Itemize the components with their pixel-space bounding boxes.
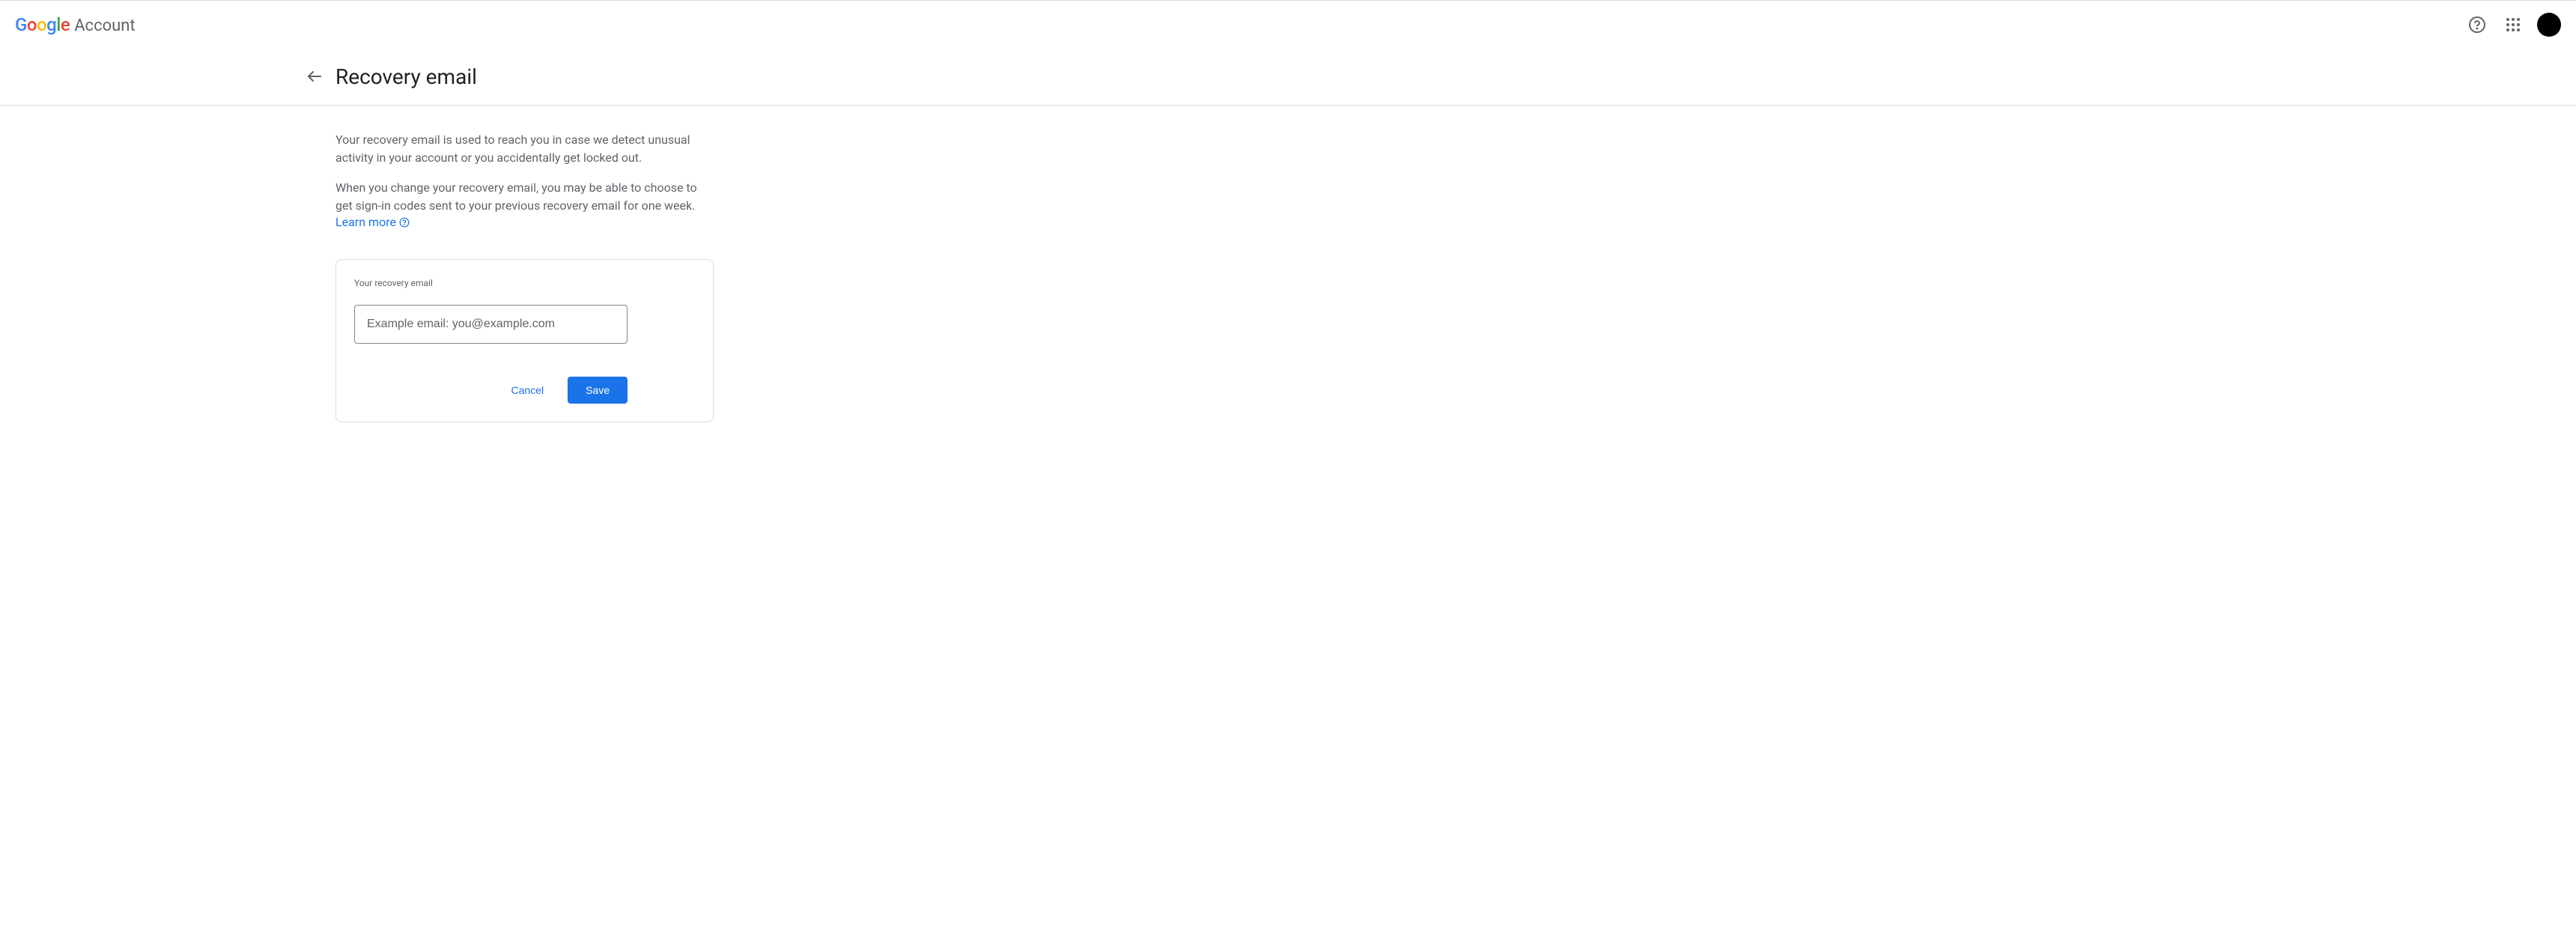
google-logo: Google xyxy=(15,14,70,35)
arrow-left-icon xyxy=(306,67,323,85)
help-button[interactable] xyxy=(2462,10,2492,40)
top-bar: Google Account xyxy=(0,0,2576,48)
button-row: Cancel Save xyxy=(354,377,628,404)
recovery-email-input[interactable] xyxy=(354,305,628,344)
product-label: Account xyxy=(74,16,135,35)
logo[interactable]: Google Account xyxy=(12,14,136,35)
learn-more-label: Learn more xyxy=(335,215,396,229)
learn-more-link[interactable]: Learn more xyxy=(335,215,410,229)
back-button[interactable] xyxy=(300,61,329,91)
field-label: Your recovery email xyxy=(354,278,695,288)
main-content: Your recovery email is used to reach you… xyxy=(0,106,1174,422)
page-title: Recovery email xyxy=(335,64,477,89)
apps-icon xyxy=(2506,17,2521,32)
save-button[interactable]: Save xyxy=(568,377,628,404)
account-avatar[interactable] xyxy=(2537,13,2561,37)
description-text-2: When you change your recovery email, you… xyxy=(335,179,714,215)
help-icon xyxy=(2468,16,2486,34)
external-help-icon xyxy=(399,217,410,228)
description-text-1: Your recovery email is used to reach you… xyxy=(335,131,714,167)
recovery-email-card: Your recovery email Cancel Save xyxy=(335,259,714,422)
title-row: Recovery email xyxy=(0,48,2576,106)
cancel-button[interactable]: Cancel xyxy=(493,377,562,404)
apps-button[interactable] xyxy=(2498,10,2528,40)
